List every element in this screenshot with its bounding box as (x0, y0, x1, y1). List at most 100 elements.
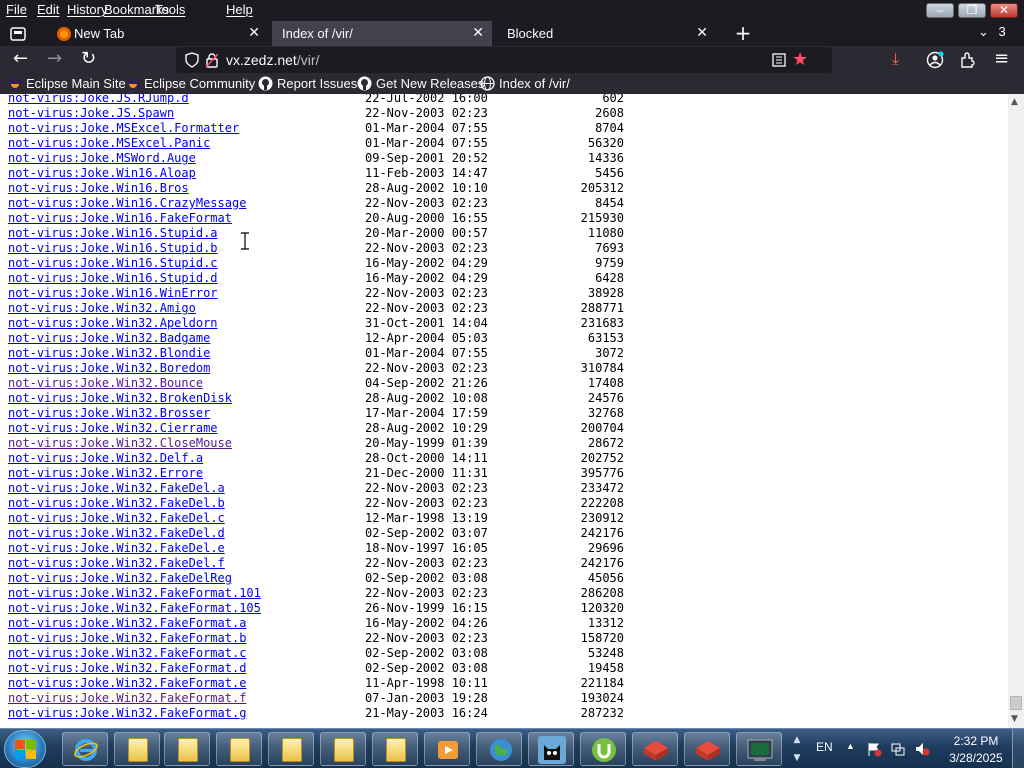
vertical-scrollbar[interactable]: ▲ ▼ (1008, 94, 1024, 728)
bookmark-report-issues[interactable]: Report Issues (258, 76, 357, 95)
file-link[interactable]: not-virus:Joke.Win16.Stupid.c (8, 256, 218, 271)
file-link[interactable]: not-virus:Joke.Win32.FakeDel.c (8, 511, 225, 526)
file-link[interactable]: not-virus:Joke.Win32.FakeFormat.105 (8, 601, 261, 616)
new-tab-plus-icon[interactable]: + (732, 22, 754, 44)
clock-time[interactable]: 2:32 PM (948, 734, 1004, 748)
file-link[interactable]: not-virus:Joke.Win32.Amigo (8, 301, 196, 316)
close-tab-icon[interactable]: ✕ (472, 24, 484, 41)
bookmark-eclipse-main-site[interactable]: Eclipse Main Site (8, 76, 126, 95)
minimize-button[interactable]: – (926, 3, 954, 18)
bookmark-eclipse-community[interactable]: Eclipse Community (126, 76, 255, 95)
file-link[interactable]: not-virus:Joke.Win16.Stupid.b (8, 241, 218, 256)
insecure-lock-icon[interactable] (204, 52, 220, 68)
taskbar-scroll[interactable]: ▲ ▼ (792, 731, 802, 767)
menu-view[interactable]: History (67, 2, 107, 18)
taskbar-folder-4[interactable] (268, 732, 314, 766)
file-link[interactable]: not-virus:Joke.Win32.FakeFormat.g (8, 706, 246, 721)
file-link[interactable]: not-virus:Joke.JS.Spawn (8, 106, 174, 121)
taskbar-red-box-app-1[interactable] (632, 732, 678, 766)
taskbar-folder-5[interactable] (320, 732, 366, 766)
close-window-button[interactable]: ✕ (990, 3, 1018, 18)
extensions-puzzle-icon[interactable] (959, 51, 977, 69)
bookmark-get-new-releases[interactable]: Get New Releases (357, 76, 484, 95)
list-all-tabs-button[interactable]: ⌄ 3 (978, 24, 1006, 40)
file-link[interactable]: not-virus:Joke.Win32.FakeFormat.a (8, 616, 246, 631)
scroll-up-arrow-icon[interactable]: ▲ (1011, 97, 1018, 107)
reload-icon[interactable]: ↻ (81, 50, 96, 68)
file-link[interactable]: not-virus:Joke.Win32.FakeDel.e (8, 541, 225, 556)
action-center-flag-icon[interactable] (866, 741, 882, 757)
taskbar-red-box-app-2[interactable] (684, 732, 730, 766)
file-link[interactable]: not-virus:Joke.Win32.Badgame (8, 331, 210, 346)
url-bar[interactable]: vx.zedz.net/vir/ ★ (176, 47, 832, 73)
taskbar-internet-explorer[interactable] (62, 732, 108, 766)
taskbar-folder-3[interactable] (216, 732, 262, 766)
show-desktop-button[interactable] (1012, 729, 1024, 768)
network-icon[interactable] (890, 741, 906, 757)
file-link[interactable]: not-virus:Joke.Win16.Stupid.d (8, 271, 218, 286)
taskbar-folder-6[interactable] (372, 732, 418, 766)
file-link[interactable]: not-virus:Joke.Win32.BrokenDisk (8, 391, 232, 406)
file-link[interactable]: not-virus:Joke.Win32.FakeDelReg (8, 571, 232, 586)
file-link[interactable]: not-virus:Joke.Win32.FakeDel.f (8, 556, 225, 571)
reader-view-icon[interactable] (771, 52, 787, 68)
clock-date[interactable]: 3/28/2025 (944, 751, 1008, 765)
menu-bookmarks[interactable]: Tools (155, 2, 185, 18)
file-link[interactable]: not-virus:Joke.Win32.FakeFormat.101 (8, 586, 261, 601)
file-link[interactable]: not-virus:Joke.MSWord.Auge (8, 151, 196, 166)
file-link[interactable]: not-virus:Joke.Win32.Bounce (8, 376, 203, 391)
file-link[interactable]: not-virus:Joke.Win32.FakeFormat.b (8, 631, 246, 646)
file-link[interactable]: not-virus:Joke.Win32.FakeFormat.d (8, 661, 246, 676)
file-link[interactable]: not-virus:Joke.Win32.FakeDel.d (8, 526, 225, 541)
language-indicator[interactable]: EN (816, 740, 833, 754)
menu-tools[interactable]: Help (226, 2, 253, 18)
forward-arrow-icon[interactable]: → (47, 50, 62, 68)
file-link[interactable]: not-virus:Joke.JS.RJump.d (8, 94, 189, 106)
file-link[interactable]: not-virus:Joke.Win16.WinError (8, 286, 218, 301)
menu-edit[interactable]: Edit (37, 2, 59, 18)
taskbar-media-player[interactable] (424, 732, 470, 766)
firefox-view-button[interactable] (8, 24, 28, 44)
account-icon[interactable] (926, 51, 944, 69)
file-link[interactable]: not-virus:Joke.Win32.Brosser (8, 406, 210, 421)
file-link[interactable]: not-virus:Joke.Win32.Delf.a (8, 451, 203, 466)
menu-file[interactable]: File (6, 2, 27, 18)
hamburger-menu-icon[interactable]: ≡ (994, 50, 1009, 68)
file-link[interactable]: not-virus:Joke.Win32.FakeFormat.c (8, 646, 246, 661)
scroll-down-arrow-icon[interactable]: ▼ (1011, 714, 1018, 724)
back-arrow-icon[interactable]: ← (13, 50, 28, 68)
file-link[interactable]: not-virus:Joke.MSExcel.Formatter (8, 121, 239, 136)
close-tab-icon[interactable]: ✕ (248, 24, 260, 41)
tracking-shield-icon[interactable] (184, 52, 200, 68)
file-link[interactable]: not-virus:Joke.Win16.Bros (8, 181, 189, 196)
volume-muted-icon[interactable] (914, 741, 930, 757)
file-link[interactable]: not-virus:Joke.Win32.FakeFormat.f (8, 691, 246, 706)
file-link[interactable]: not-virus:Joke.Win32.Boredom (8, 361, 210, 376)
tab-new-tab[interactable]: New Tab ✕ (48, 21, 268, 46)
taskbar-utorrent[interactable] (580, 732, 626, 766)
file-link[interactable]: not-virus:Joke.Win16.Stupid.a (8, 226, 218, 241)
file-link[interactable]: not-virus:Joke.Win32.CloseMouse (8, 436, 232, 451)
tab-index-of-vir[interactable]: Index of /vir/ ✕ (272, 21, 492, 46)
show-hidden-icons-icon[interactable]: ▲ (846, 741, 855, 751)
tab-blocked[interactable]: Blocked ✕ (496, 21, 716, 46)
close-tab-icon[interactable]: ✕ (696, 24, 708, 41)
bookmark-index-of-vir[interactable]: Index of /vir/ (480, 76, 570, 95)
start-button[interactable] (4, 730, 46, 768)
taskbar-folder-2[interactable] (164, 732, 210, 766)
file-link[interactable]: not-virus:Joke.Win32.Blondie (8, 346, 210, 361)
file-link[interactable]: not-virus:Joke.Win32.FakeDel.b (8, 496, 225, 511)
taskbar-terminal-app[interactable] (736, 732, 782, 766)
file-link[interactable]: not-virus:Joke.Win16.FakeFormat (8, 211, 232, 226)
taskbar-globe-app[interactable] (476, 732, 522, 766)
file-link[interactable]: not-virus:Joke.Win32.Errore (8, 466, 203, 481)
bookmark-star-icon[interactable]: ★ (792, 47, 808, 73)
file-link[interactable]: not-virus:Joke.Win16.CrazyMessage (8, 196, 246, 211)
file-link[interactable]: not-virus:Joke.Win32.FakeDel.a (8, 481, 225, 496)
file-link[interactable]: not-virus:Joke.MSExcel.Panic (8, 136, 210, 151)
taskbar-cat-app[interactable] (528, 732, 574, 766)
file-link[interactable]: not-virus:Joke.Win32.FakeFormat.e (8, 676, 246, 691)
file-link[interactable]: not-virus:Joke.Win16.Aloap (8, 166, 196, 181)
file-link[interactable]: not-virus:Joke.Win32.Cierrame (8, 421, 218, 436)
scrollbar-thumb[interactable] (1010, 696, 1022, 710)
